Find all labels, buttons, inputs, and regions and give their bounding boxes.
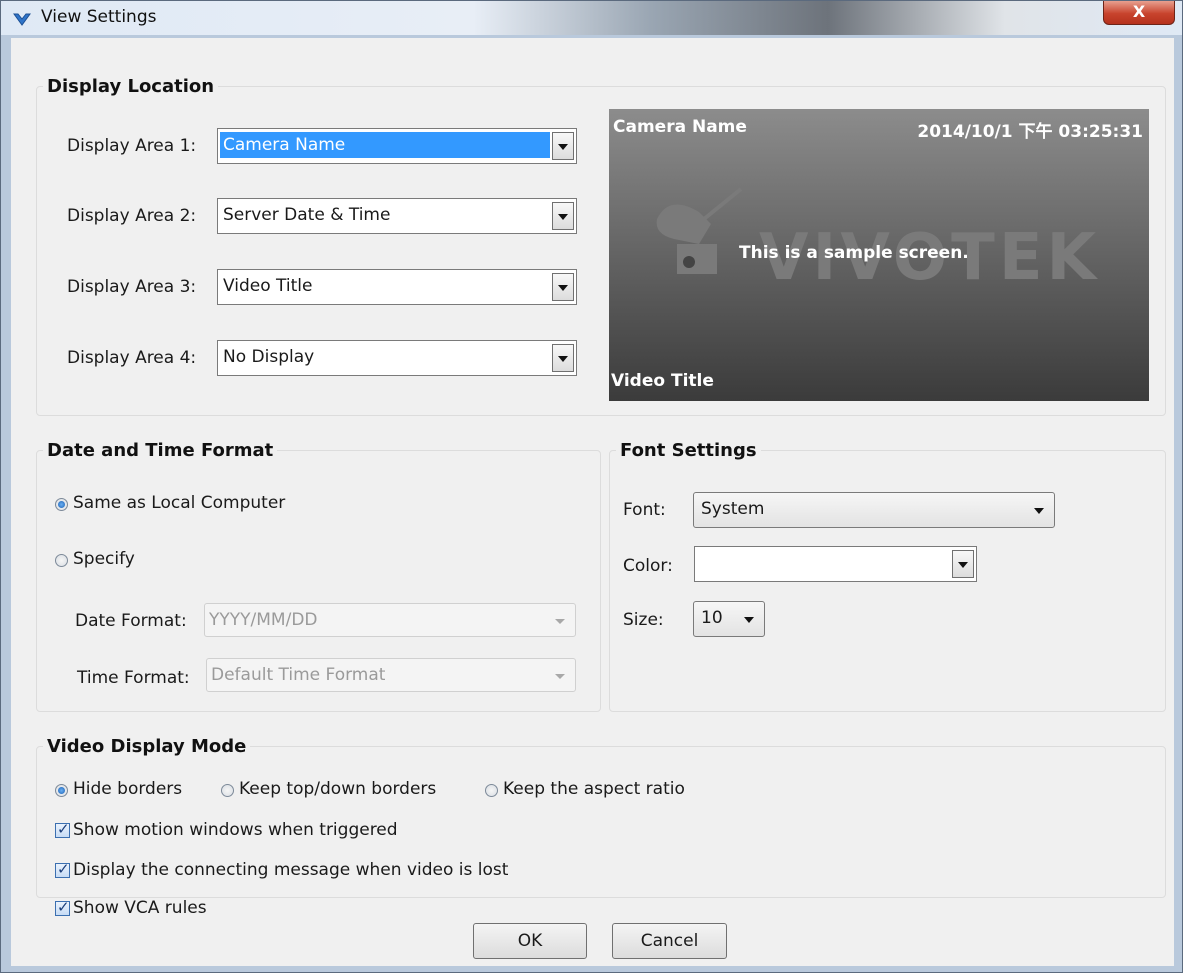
chevron-down-icon [555, 619, 565, 624]
window-title: View Settings [41, 7, 157, 27]
display-area-3-select[interactable]: Video Title [217, 269, 577, 305]
display-area-1-select[interactable]: Camera Name [217, 128, 577, 164]
display-area-2-select[interactable]: Server Date & Time [217, 198, 577, 234]
connecting-message-label[interactable]: Display the connecting message when vide… [73, 860, 508, 880]
preview-camera-name: Camera Name [613, 117, 747, 137]
time-format-value: Default Time Format [211, 665, 386, 685]
font-settings-title: Font Settings [620, 440, 757, 461]
font-label: Font: [623, 500, 666, 520]
hide-borders-label[interactable]: Hide borders [73, 779, 182, 799]
chevron-down-icon [555, 674, 565, 679]
radio-keep-aspect-ratio[interactable] [485, 784, 498, 797]
display-area-3-value: Video Title [223, 276, 313, 296]
video-display-mode-title: Video Display Mode [47, 736, 247, 757]
color-label: Color: [623, 556, 673, 576]
size-select[interactable]: 10 [693, 601, 765, 637]
chevron-down-icon [1034, 508, 1044, 514]
display-area-2-value: Server Date & Time [223, 205, 391, 225]
close-button[interactable]: X [1103, 1, 1175, 25]
date-format-value: YYYY/MM/DD [209, 610, 318, 630]
checkbox-show-vca-rules[interactable] [55, 898, 70, 916]
size-value: 10 [701, 608, 723, 628]
preview-video-title: Video Title [611, 371, 714, 391]
preview-screen: VIVOTEK Camera Name 2014/10/1 下午 03:25:3… [609, 109, 1149, 401]
radio-keep-top-down-borders[interactable] [221, 784, 234, 797]
radio-local-computer[interactable] [55, 498, 68, 511]
close-icon: X [1132, 2, 1146, 21]
keep-top-down-borders-label[interactable]: Keep top/down borders [239, 779, 436, 799]
chevron-down-icon[interactable] [552, 202, 574, 230]
preview-sample-text: This is a sample screen. [739, 243, 969, 263]
display-area-1-value: Camera Name [220, 132, 550, 158]
checkbox-connecting-message[interactable] [55, 860, 70, 878]
display-area-1-label: Display Area 1: [67, 136, 197, 156]
preview-datetime: 2014/10/1 下午 03:25:31 [917, 122, 1143, 142]
local-computer-label[interactable]: Same as Local Computer [73, 493, 285, 513]
keep-aspect-ratio-label[interactable]: Keep the aspect ratio [503, 779, 685, 799]
time-format-label: Time Format: [77, 668, 190, 688]
specify-label[interactable]: Specify [73, 549, 135, 569]
time-format-select[interactable]: Default Time Format [206, 658, 576, 692]
radio-hide-borders[interactable] [55, 784, 68, 797]
ok-button[interactable]: OK [473, 923, 587, 959]
checkbox-show-motion-windows[interactable] [55, 820, 70, 838]
display-location-title: Display Location [47, 76, 215, 97]
display-area-4-label: Display Area 4: [67, 348, 197, 368]
app-icon [13, 13, 31, 26]
chevron-down-icon [744, 617, 754, 623]
radio-specify[interactable] [55, 554, 68, 567]
date-time-format-title: Date and Time Format [47, 440, 274, 461]
view-settings-window: View Settings X Display Location Display… [0, 0, 1183, 973]
chevron-down-icon[interactable] [952, 550, 974, 578]
date-format-label: Date Format: [75, 611, 187, 631]
font-value: System [701, 499, 765, 519]
dialog-body: Display Location Display Area 1: Camera … [11, 38, 1174, 966]
show-vca-rules-label[interactable]: Show VCA rules [73, 898, 207, 918]
show-motion-windows-label[interactable]: Show motion windows when triggered [73, 820, 398, 840]
camera-logo-icon [656, 187, 743, 274]
cancel-button[interactable]: Cancel [612, 923, 727, 959]
display-area-4-value: No Display [223, 347, 315, 367]
title-bar[interactable]: View Settings X [1, 1, 1182, 35]
chevron-down-icon[interactable] [552, 273, 574, 301]
size-label: Size: [623, 610, 664, 630]
chevron-down-icon[interactable] [552, 132, 574, 160]
color-select[interactable] [694, 546, 977, 582]
chevron-down-icon[interactable] [552, 344, 574, 372]
display-area-2-label: Display Area 2: [67, 206, 197, 226]
display-area-4-select[interactable]: No Display [217, 340, 577, 376]
date-format-select[interactable]: YYYY/MM/DD [204, 603, 576, 637]
display-area-3-label: Display Area 3: [67, 277, 197, 297]
font-select[interactable]: System [693, 492, 1055, 528]
